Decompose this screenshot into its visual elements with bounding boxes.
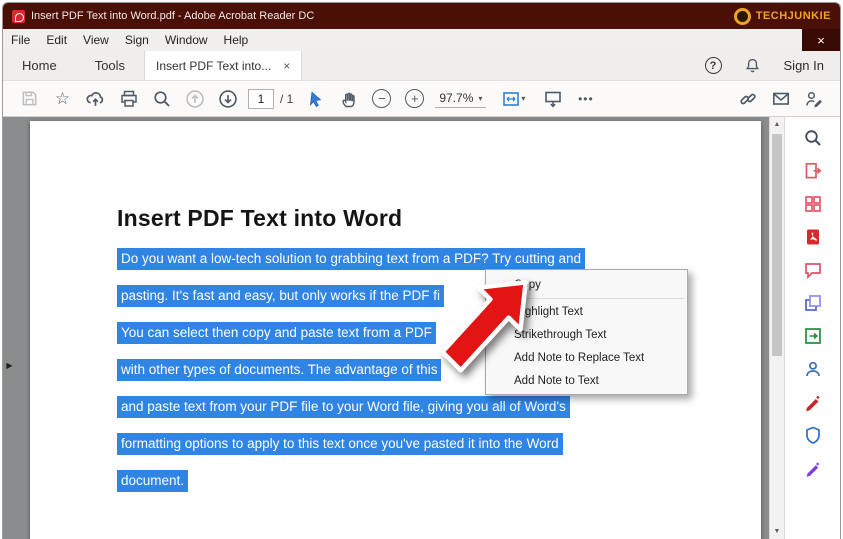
content-region: Insert PDF Text into Word Do you want a …: [3, 117, 840, 539]
help-glyph: ?: [710, 60, 717, 72]
selected-text-line[interactable]: formatting options to apply to this text…: [117, 435, 585, 458]
favorite-star-icon[interactable]: ☆: [50, 86, 75, 111]
document-tab-label: Insert PDF Text into...: [156, 59, 271, 73]
menu-bar: File Edit View Sign Window Help ×: [3, 29, 840, 51]
chevron-down-icon: ▾: [521, 94, 525, 103]
sidebar-search-icon[interactable]: [802, 127, 824, 149]
techjunkie-brand-name: TECHJUNKIE: [756, 10, 831, 22]
fill-sign-icon[interactable]: [801, 86, 826, 111]
create-pdf-icon[interactable]: [802, 226, 824, 248]
sign-in-button[interactable]: Sign In: [784, 58, 824, 73]
vertical-scrollbar[interactable]: ▲ ▼: [769, 117, 784, 539]
protect-shield-icon[interactable]: [802, 424, 824, 446]
main-toolbar: ☆ 1 / 1 − + 97.7% ▾: [3, 81, 840, 117]
page-count-label: / 1: [280, 92, 293, 106]
plus-glyph: +: [411, 92, 419, 105]
save-icon[interactable]: [17, 86, 42, 111]
hand-tool-icon[interactable]: [336, 86, 361, 111]
notifications-bell-icon[interactable]: [742, 55, 764, 77]
menu-help[interactable]: Help: [216, 29, 257, 51]
comment-icon[interactable]: [802, 259, 824, 281]
highlighted-text: with other types of documents. The advan…: [117, 359, 441, 381]
window-title: Insert PDF Text into Word.pdf - Adobe Ac…: [31, 10, 314, 22]
acrobat-window: Insert PDF Text into Word.pdf - Adobe Ac…: [2, 2, 841, 539]
ellipsis-glyph: •••: [578, 92, 594, 106]
help-icon[interactable]: ?: [705, 57, 722, 74]
export-pdf-icon[interactable]: [802, 160, 824, 182]
tab-tools[interactable]: Tools: [76, 51, 144, 80]
email-icon[interactable]: [768, 86, 793, 111]
zoom-out-icon[interactable]: −: [369, 86, 394, 111]
scan-ocr-icon[interactable]: [802, 325, 824, 347]
print-icon[interactable]: [116, 86, 141, 111]
close-window-button[interactable]: ×: [802, 29, 840, 51]
reading-mode-icon[interactable]: [540, 86, 565, 111]
cloud-upload-icon[interactable]: [83, 86, 108, 111]
techjunkie-brand: TECHJUNKIE: [734, 8, 831, 25]
request-signatures-icon[interactable]: [802, 358, 824, 380]
scroll-down-icon: ▼: [774, 528, 781, 535]
menu-file[interactable]: File: [3, 29, 38, 51]
previous-page-icon[interactable]: [182, 86, 207, 111]
scroll-up-icon: ▲: [774, 121, 781, 128]
chevron-down-icon: ▾: [478, 94, 482, 103]
panel-arrow-icon: ▶: [6, 361, 12, 370]
highlighted-text: document.: [117, 470, 188, 492]
scrollbar-thumb[interactable]: [772, 134, 782, 356]
combine-files-icon[interactable]: [802, 292, 824, 314]
scroll-down-button[interactable]: ▼: [770, 524, 784, 539]
document-canvas[interactable]: Insert PDF Text into Word Do you want a …: [3, 117, 769, 539]
measure-pen-icon[interactable]: [802, 457, 824, 479]
zoom-level-value: 97.7%: [439, 91, 473, 105]
close-icon: ×: [817, 33, 825, 48]
next-page-icon[interactable]: [215, 86, 240, 111]
acrobat-app-icon: [12, 10, 25, 23]
highlighted-text: formatting options to apply to this text…: [117, 433, 563, 455]
red-annotation-arrow: [433, 267, 535, 381]
search-icon[interactable]: [149, 86, 174, 111]
tab-document[interactable]: Insert PDF Text into... ×: [144, 51, 302, 80]
menu-view[interactable]: View: [75, 29, 117, 51]
zoom-in-icon[interactable]: +: [402, 86, 427, 111]
share-link-icon[interactable]: [735, 86, 760, 111]
selected-text-line[interactable]: and paste text from your PDF file to you…: [117, 398, 585, 421]
fill-sign-pen-icon[interactable]: [802, 391, 824, 413]
title-bar: Insert PDF Text into Word.pdf - Adobe Ac…: [3, 3, 840, 29]
menu-window[interactable]: Window: [157, 29, 216, 51]
minus-glyph: −: [378, 92, 386, 105]
highlighted-text: You can select then copy and paste text …: [117, 322, 436, 344]
menu-edit[interactable]: Edit: [38, 29, 75, 51]
tab-bar: Home Tools Insert PDF Text into... × ? S…: [3, 51, 840, 81]
left-panel-expand-handle[interactable]: ▶: [3, 353, 16, 377]
page-number-input[interactable]: 1: [248, 89, 274, 109]
techjunkie-logo-icon: [734, 8, 751, 25]
menu-sign[interactable]: Sign: [117, 29, 157, 51]
selected-text-line[interactable]: document.: [117, 472, 585, 495]
tab-home[interactable]: Home: [3, 51, 76, 80]
organize-pages-icon[interactable]: [802, 193, 824, 215]
page-fit-dropdown[interactable]: ▾: [494, 86, 532, 111]
zoom-level-dropdown[interactable]: 97.7% ▾: [435, 89, 486, 108]
select-tool-icon[interactable]: [303, 86, 328, 111]
tools-sidebar: [784, 117, 840, 539]
tab-bar-right: ? Sign In: [705, 51, 840, 80]
scroll-up-button[interactable]: ▲: [770, 117, 784, 132]
tab-close-icon[interactable]: ×: [283, 59, 290, 73]
star-glyph: ☆: [55, 90, 70, 107]
highlighted-text: pasting. It's fast and easy, but only wo…: [117, 285, 444, 307]
highlighted-text: and paste text from your PDF file to you…: [117, 396, 570, 418]
document-heading: Insert PDF Text into Word: [117, 205, 402, 232]
more-tools-icon[interactable]: •••: [573, 86, 598, 111]
